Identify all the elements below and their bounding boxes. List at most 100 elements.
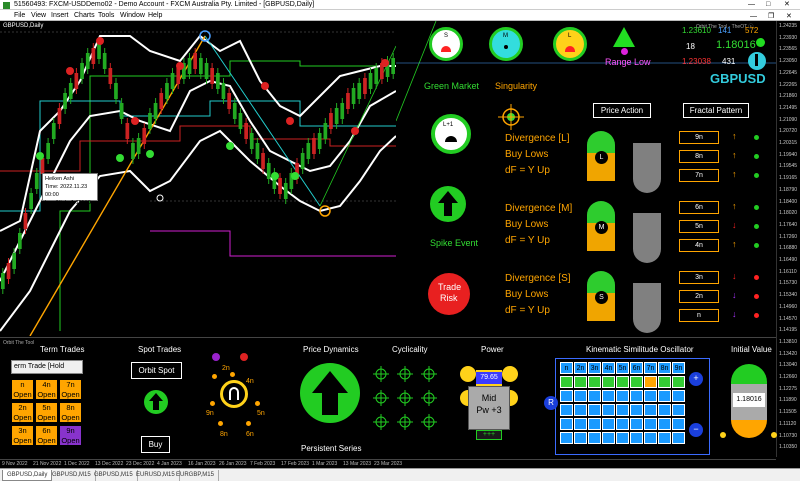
term-cell-period: 8n: [66, 403, 75, 412]
chart-tab[interactable]: EURGBP,M15: [172, 470, 219, 481]
price-action-button[interactable]: Price Action: [593, 103, 651, 118]
quote-bid: 1.23610: [682, 26, 711, 35]
price-tick: 1.18790: [779, 186, 798, 193]
kso-cell: [574, 376, 587, 388]
orbit-spot-button[interactable]: Orbit Spot: [131, 362, 182, 379]
term-trade-cell[interactable]: 7n Open: [59, 379, 82, 400]
divergence-line-3: dF = Y Up: [505, 165, 550, 176]
kso-cell: [644, 390, 657, 402]
fractal-arrow-icon: ↓: [732, 290, 737, 300]
term-cell-status: Open: [37, 436, 56, 445]
fractal-row-label[interactable]: 8n: [679, 150, 719, 163]
term-trade-cell[interactable]: n Open: [11, 379, 34, 400]
kso-header-cell: 4n: [602, 362, 615, 374]
term-trade-cell[interactable]: 9n Open: [59, 425, 82, 446]
quote-low: 1.23038: [682, 57, 711, 66]
menu-help[interactable]: Help: [148, 10, 162, 21]
fractal-status-dot-icon: [754, 294, 759, 299]
kso-cell: [574, 404, 587, 416]
cyclicality-crosshair-icon: [373, 390, 389, 406]
orbit-s-needle-icon: [441, 46, 451, 52]
menu-tools[interactable]: Tools: [98, 10, 114, 21]
fractal-row-label[interactable]: 9n: [679, 131, 719, 144]
divergence-grey-tab: [633, 143, 661, 193]
kso-cell: [560, 390, 573, 402]
date-tick: 1 Mar 2023: [312, 461, 338, 467]
menu-window[interactable]: Window: [120, 10, 145, 21]
wheel-purple-dot-icon: [212, 353, 220, 361]
price-tick: 1.10350: [779, 444, 798, 451]
fractal-arrow-icon: ↓: [732, 309, 737, 319]
kso-reset-button[interactable]: R: [544, 396, 558, 410]
date-tick: 9 Nov 2022: [2, 461, 28, 467]
divergence-line-3: dF = Y Up: [505, 235, 550, 246]
fractal-row-label[interactable]: 6n: [679, 201, 719, 214]
maximize-icon[interactable]: □: [766, 0, 770, 10]
fractal-arrow-icon: ↑: [732, 150, 737, 160]
orbit-l-circle[interactable]: L: [553, 27, 587, 61]
price-tick: 1.16490: [779, 257, 798, 263]
info-icon[interactable]: [748, 52, 766, 70]
fractal-row-label[interactable]: 3n: [679, 271, 719, 284]
divergence-gauge: S: [587, 271, 615, 321]
fractal-row-label[interactable]: 5n: [679, 220, 719, 233]
kso-cell: [630, 376, 643, 388]
kso-header-cell: 8n: [658, 362, 671, 374]
kso-cell: [588, 418, 601, 430]
fractal-arrow-icon: ↑: [732, 201, 737, 211]
orbit-l1-circle[interactable]: L+1: [431, 114, 471, 154]
term-trade-cell[interactable]: 3n Open: [11, 425, 34, 446]
term-trade-cell[interactable]: 5n Open: [35, 402, 58, 423]
chart-tab[interactable]: GBPUSD,M15: [90, 470, 138, 481]
term-trades-title: Term Trades: [40, 345, 85, 354]
price-tick: 1.19940: [779, 151, 798, 158]
term-trade-cell[interactable]: 2n Open: [11, 402, 34, 423]
chart-tab[interactable]: GBPUSD,Daily: [2, 470, 53, 481]
cyclicality-title: Cyclicality: [392, 345, 428, 354]
singularity-target-icon: [498, 104, 524, 130]
date-tick: 13 Dec 2022: [95, 461, 124, 467]
term-trade-cell[interactable]: 8n Open: [59, 402, 82, 423]
fractal-arrow-icon: ↑: [732, 239, 737, 249]
term-cell-status: Open: [61, 436, 80, 445]
kso-cell: [588, 404, 601, 416]
term-trade-select[interactable]: erm Trade [Hold: [11, 360, 83, 374]
orbit-s-circle[interactable]: S: [429, 27, 463, 61]
fractal-row-label[interactable]: 2n: [679, 290, 719, 303]
minimize-icon[interactable]: —: [748, 0, 755, 10]
kso-header-cell: n: [560, 362, 573, 374]
menu-insert[interactable]: Insert: [51, 10, 69, 21]
initial-value-title: Initial Value: [731, 345, 772, 354]
fractal-row-label[interactable]: 4n: [679, 239, 719, 252]
spike-event-label: Spike Event: [430, 238, 479, 248]
orbit-m-circle[interactable]: M: [489, 27, 523, 61]
menu-view[interactable]: View: [31, 10, 46, 21]
fractal-row-label[interactable]: n: [679, 309, 719, 322]
wheel-label-6n: 6n: [246, 431, 254, 438]
chart-tab[interactable]: GBPUSD,M15: [48, 470, 96, 481]
kso-minus-button[interactable]: −: [689, 423, 703, 437]
spike-event-icon: [430, 186, 466, 222]
kso-plus-button[interactable]: +: [689, 372, 703, 386]
buy-button[interactable]: Buy: [141, 436, 170, 453]
kso-cell: [588, 390, 601, 402]
power-gauge: 79.65 Mid Pw +3 +++: [455, 358, 525, 448]
price-tick: 1.11890: [779, 397, 797, 404]
kso-cell: [574, 432, 587, 444]
kso-cell: [644, 418, 657, 430]
kso-panel: n 2n 3n 4n 5n 6n 7n 8n 9n + − R: [544, 358, 710, 455]
price-tick: 1.19165: [779, 175, 798, 182]
term-cell-status: Open: [61, 413, 80, 422]
menu-file[interactable]: File: [14, 10, 25, 21]
fractal-row-label[interactable]: 7n: [679, 169, 719, 182]
close-icon[interactable]: ✕: [784, 0, 790, 10]
price-tick: 1.18020: [779, 210, 798, 217]
term-trade-cell[interactable]: 4n Open: [35, 379, 58, 400]
term-trade-cell[interactable]: 6n Open: [35, 425, 58, 446]
fractal-pattern-button[interactable]: Fractal Pattern: [683, 103, 749, 118]
price-chart[interactable]: GBPUSD,Daily Heiken Ashi Time: 2022.11.2…: [0, 21, 396, 336]
term-cell-period: 3n: [18, 426, 27, 435]
menu-charts[interactable]: Charts: [74, 10, 95, 21]
kso-cell: [672, 390, 685, 402]
date-tick: 1 Dec 2022: [64, 461, 90, 467]
